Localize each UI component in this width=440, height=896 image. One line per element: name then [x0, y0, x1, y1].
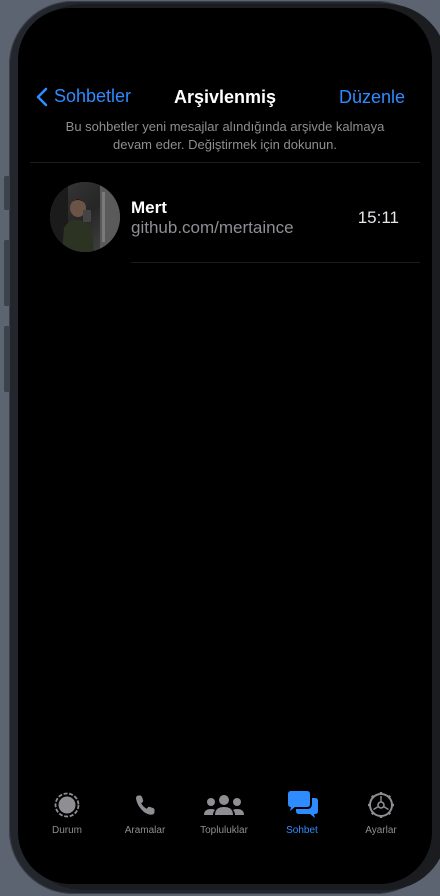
tab-sohbet[interactable]: Sohbet — [262, 788, 342, 836]
tab-aramalar[interactable]: Aramalar — [105, 788, 185, 836]
tab-label: Durum — [51, 825, 82, 836]
navigation-bar: Sohbetler Arşivlenmiş Düzenle — [18, 84, 432, 112]
avatar-photo — [50, 182, 120, 252]
volume-down-button — [4, 326, 10, 392]
back-button-label: Sohbetler — [54, 86, 132, 106]
chats-icon — [288, 791, 318, 818]
archive-info-line-1: Bu sohbetler yeni mesajlar alındığında a… — [65, 119, 385, 134]
chevron-left-icon — [36, 87, 48, 106]
chat-row[interactable]: Mert github.com/mertaince 15:11 — [18, 178, 432, 262]
chat-time: 15:11 — [357, 208, 399, 227]
archive-info-line-2: devam eder. Değiştirmek için dokunun. — [112, 137, 337, 152]
chat-row-divider — [131, 262, 420, 263]
chat-preview: github.com/mertaince — [131, 218, 294, 237]
volume-up-button — [4, 240, 10, 306]
header-divider — [30, 162, 420, 163]
communities-icon — [204, 795, 244, 815]
edit-button[interactable]: Düzenle — [339, 87, 405, 108]
tab-topluluklar[interactable]: Topluluklar — [184, 788, 264, 836]
tab-label: Sohbet — [286, 825, 318, 836]
tab-label: Topluluklar — [200, 825, 248, 836]
screen: Sohbetler Arşivlenmiş Düzenle Bu sohbetl… — [18, 8, 432, 884]
archive-info-text[interactable]: Bu sohbetler yeni mesajlar alındığında a… — [48, 118, 402, 154]
tab-label: Aramalar — [124, 825, 166, 836]
tab-bar: Durum Aramalar Topluluklar Sohbet Ayarla… — [18, 788, 432, 848]
tab-ayarlar[interactable]: Ayarlar — [341, 788, 421, 836]
avatar — [50, 182, 120, 252]
settings-icon — [368, 792, 394, 818]
tab-durum[interactable]: Durum — [27, 788, 107, 836]
status-icon — [54, 792, 80, 818]
back-button[interactable]: Sohbetler — [36, 86, 131, 107]
chat-name: Mert — [131, 198, 167, 217]
tab-label: Ayarlar — [365, 825, 397, 836]
phone-icon — [136, 795, 155, 815]
silent-switch — [4, 176, 10, 210]
